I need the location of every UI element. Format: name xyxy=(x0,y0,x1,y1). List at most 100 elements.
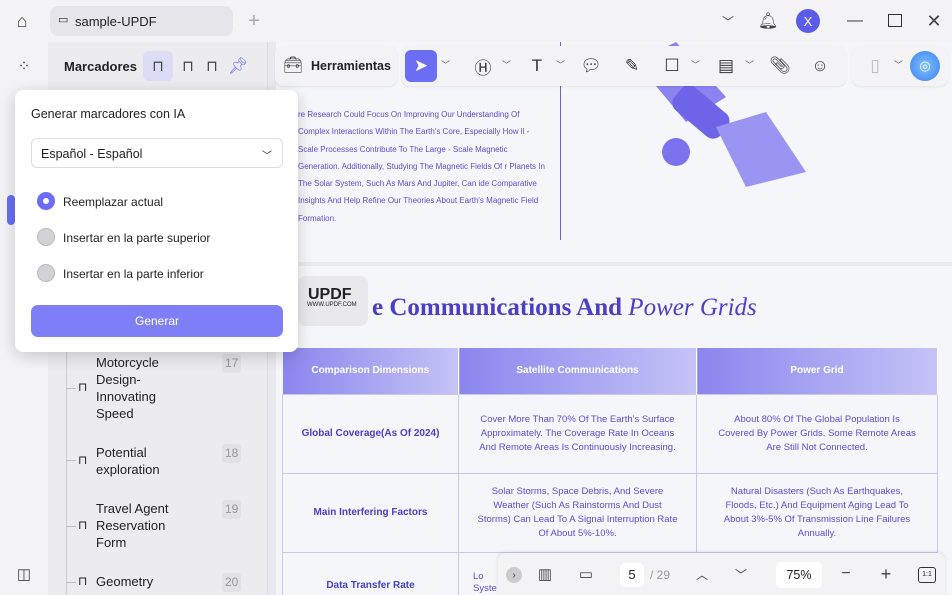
radio-button[interactable] xyxy=(37,228,55,246)
document-tab[interactable]: ▭ sample-UPDF xyxy=(50,6,233,36)
bookmark-page: 20 xyxy=(222,573,242,592)
toolbox-icon: 🧰︎ xyxy=(283,57,304,74)
extra-toolbar: ▯ ﹀ ◎ xyxy=(852,46,948,86)
paragraph: re Research Could Focus On Improving Our… xyxy=(298,110,545,223)
chevron-down-icon: ﹀ xyxy=(262,151,272,162)
pin-icon[interactable]: 📌︎ xyxy=(226,54,250,78)
zoom-in-icon[interactable]: + xyxy=(876,563,896,585)
bookmark-icon: ⊓ xyxy=(78,380,88,394)
bookmark-page: 18 xyxy=(222,444,242,463)
page-input[interactable]: 5 xyxy=(620,563,644,587)
bookmark-page: 19 xyxy=(222,500,242,519)
bookmark-label: Geometry xyxy=(96,574,154,589)
column-header: Satellite Communications xyxy=(458,348,697,394)
chevron-down-icon[interactable]: ﹀ xyxy=(718,10,738,32)
heading-icon[interactable]: Ⓗ xyxy=(468,51,498,81)
bookmark-icon: ⊓ xyxy=(78,518,88,532)
measure-icon[interactable]: ▤ xyxy=(711,51,741,81)
page-total: / 29 xyxy=(650,568,671,582)
avatar[interactable]: X xyxy=(796,9,820,33)
chevron-down-icon[interactable]: ﹀ xyxy=(502,58,511,71)
table-cell: Data Transfer Rate xyxy=(282,551,459,595)
table-cell: Global Coverage(As Of 2024) xyxy=(282,393,459,474)
close-icon[interactable]: ✕ xyxy=(924,9,944,33)
sticker-icon[interactable]: ☺ xyxy=(805,51,835,81)
maximize-icon[interactable] xyxy=(888,14,902,27)
section-heading: e Communications And Power Grids xyxy=(372,294,757,322)
add-bookmark-icon[interactable]: ⊓ xyxy=(176,54,200,78)
presentation-icon[interactable]: ▭ xyxy=(574,563,598,585)
panel-title: Marcadores xyxy=(64,59,137,74)
bookmark-label: Travel Agent Reservation Form xyxy=(96,501,169,550)
page-layout-icon[interactable]: ▥ xyxy=(534,563,556,585)
column-header: Comparison Dimensions xyxy=(282,348,459,394)
language-value: Español - Español xyxy=(41,147,143,161)
select-icon[interactable]: ➤ xyxy=(405,50,437,82)
pdf-page: UPDF WWW.UPDF.COM e Communications And P… xyxy=(276,266,952,595)
table-header: Comparison Dimensions Satellite Communic… xyxy=(282,348,938,394)
watermark-brand: UPDF xyxy=(308,286,352,303)
device-icon[interactable]: ▯ xyxy=(860,51,890,81)
bookmark-icon: ⊓ xyxy=(78,453,88,467)
chevron-down-icon[interactable]: ﹀ xyxy=(556,58,565,71)
heading-bold: e Communications And xyxy=(372,294,623,321)
previous-page-icon[interactable]: ︿ xyxy=(692,563,712,585)
table-cell: Solar Storms, Space Debris, And Severe W… xyxy=(458,472,697,553)
heading-italic: Power Grids xyxy=(628,294,757,321)
tree-line xyxy=(66,342,67,595)
watermark-url: WWW.UPDF.COM xyxy=(307,302,357,308)
chevron-down-icon[interactable]: ﹀ xyxy=(745,58,754,71)
comment-icon[interactable]: 💬︎ xyxy=(576,51,606,81)
annotation-toolbar: ➤ ﹀ Ⓗ ﹀ T ﹀ 💬︎ ✎ ☐ ﹀ ▤ ﹀ 📎︎ ☺ xyxy=(402,46,846,86)
document-viewer: re Research Could Focus On Improving Our… xyxy=(268,42,952,595)
page-navigation-bar: › ▥ ▭ 5 / 29 ︿ ﹀ 75% − + 1:1 xyxy=(498,553,945,595)
actual-size-button[interactable]: 1:1 xyxy=(918,567,936,583)
radio-button[interactable] xyxy=(37,264,55,282)
generate-button[interactable]: Generar xyxy=(31,305,283,337)
bookmark-label: Motorcycle Design-Innovating Speed xyxy=(96,355,159,421)
theme-icon[interactable]: ◫ xyxy=(12,562,36,586)
table-row: Main Interfering Factors Solar Storms, S… xyxy=(282,472,938,553)
ai-bookmark-popup: Generar marcadores con IA Español - Espa… xyxy=(15,90,298,352)
chevron-down-icon[interactable]: ﹀ xyxy=(894,58,903,71)
attachment-icon[interactable]: 📎︎ xyxy=(765,51,795,81)
option-label: Insertar en la parte inferior xyxy=(63,267,204,281)
new-tab-icon[interactable]: + xyxy=(244,9,264,33)
column-header: Power Grid xyxy=(696,348,938,394)
bookmark-icon: ⊓ xyxy=(78,574,88,588)
active-indicator xyxy=(7,195,15,225)
chat-icon: ▭ xyxy=(58,14,69,26)
title-bar: ⌂ ▭ sample-UPDF + ﹀ 🔔︎ X — ✕ xyxy=(0,0,952,42)
ai-assistant-icon[interactable]: ◎ xyxy=(910,51,940,81)
thumbnails-icon[interactable]: ⁘ xyxy=(12,54,36,78)
rectangle-icon[interactable]: ☐ xyxy=(657,51,687,81)
option-label: Reemplazar actual xyxy=(63,195,164,209)
table-cell: Cover More Than 70% Of The Earth's Surfa… xyxy=(458,393,697,474)
next-page-icon[interactable]: ﹀ xyxy=(731,563,751,585)
highlighter-icon[interactable]: ✎ xyxy=(617,51,647,81)
tab-title: sample-UPDF xyxy=(75,14,157,29)
bookmark-label: Potential exploration xyxy=(96,445,160,477)
tools-button[interactable]: 🧰︎ Herramientas xyxy=(275,46,397,86)
minimize-icon[interactable]: — xyxy=(845,9,865,33)
ai-bookmark-icon[interactable]: ⊓ xyxy=(143,51,173,81)
chevron-down-icon[interactable]: ﹀ xyxy=(441,58,450,71)
language-select[interactable]: Español - Español ﹀ xyxy=(31,138,283,168)
tools-label: Herramientas xyxy=(311,59,391,73)
popup-title: Generar marcadores con IA xyxy=(31,107,186,121)
table-cell: Main Interfering Factors xyxy=(282,472,459,553)
text-icon[interactable]: T xyxy=(522,51,552,81)
zoom-input[interactable]: 75% xyxy=(776,562,822,588)
zoom-out-icon[interactable]: − xyxy=(836,563,856,585)
radio-button[interactable] xyxy=(37,192,55,210)
chevron-right-icon[interactable]: › xyxy=(506,567,522,583)
chevron-down-icon[interactable]: ﹀ xyxy=(691,58,700,71)
expand-bookmarks-icon[interactable]: ⊓ xyxy=(200,54,224,78)
table-cell: Natural Disasters (Such As Earthquakes, … xyxy=(696,472,938,553)
bell-icon[interactable]: 🔔︎ xyxy=(758,9,778,33)
table-row: Global Coverage(As Of 2024) Cover More T… xyxy=(282,393,938,474)
option-label: Insertar en la parte superior xyxy=(63,231,211,245)
bookmark-page: 17 xyxy=(222,354,242,373)
updf-watermark: UPDF WWW.UPDF.COM xyxy=(298,276,368,326)
home-icon[interactable]: ⌂ xyxy=(10,9,34,33)
